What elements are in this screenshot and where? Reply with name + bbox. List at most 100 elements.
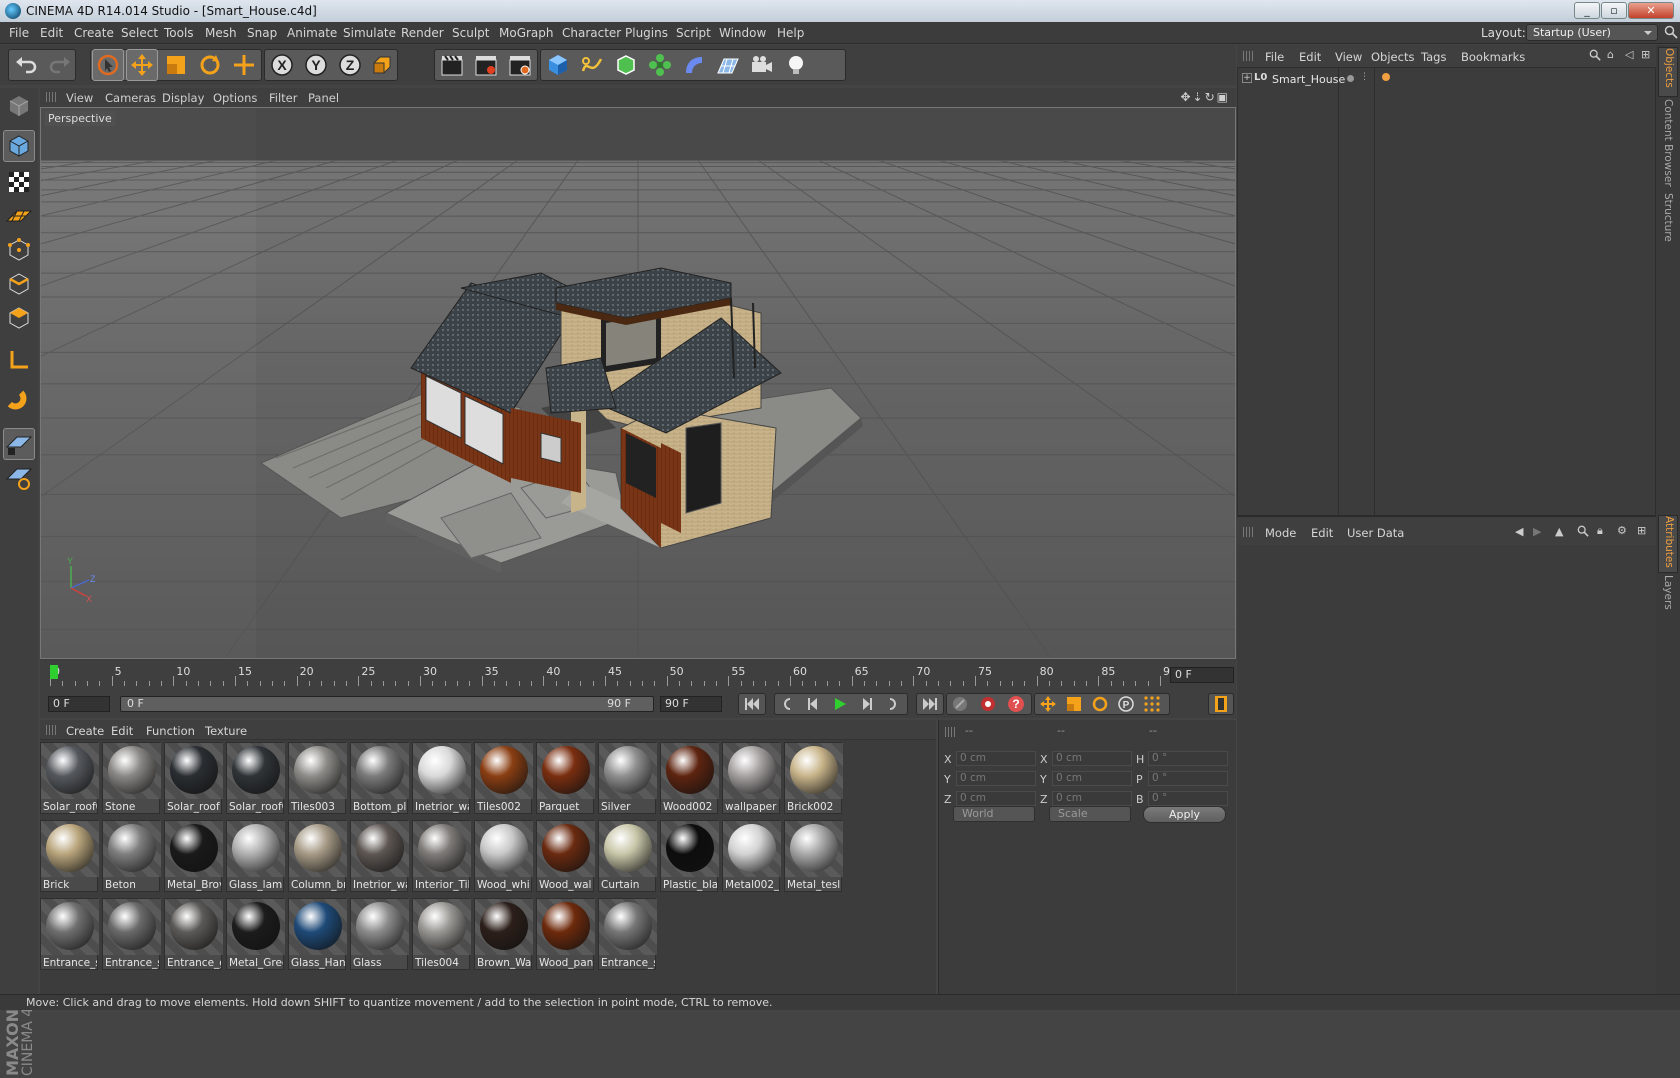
maximize-button[interactable]: ▫ [1601, 2, 1627, 19]
size-mode-select[interactable]: Scale [1049, 806, 1131, 822]
menu-simulate[interactable]: Simulate [343, 26, 396, 40]
menu-snap[interactable]: Snap [247, 26, 277, 40]
menu-script[interactable]: Script [676, 26, 711, 40]
material-thumbnail[interactable]: Interior_Til [412, 820, 471, 892]
snap-magnet-icon[interactable] [3, 386, 35, 418]
panel-grip-icon[interactable] [1243, 527, 1253, 537]
x-axis-lock-icon[interactable]: X [266, 49, 298, 81]
go-to-end-button[interactable] [916, 693, 944, 715]
redo-icon[interactable] [44, 49, 76, 81]
object-name[interactable]: Smart_House [1272, 73, 1345, 86]
timeline-ticks[interactable]: 051015202530354045505560657075808590 [50, 662, 1177, 686]
expand-panel-icon[interactable]: ⊞ [1641, 48, 1650, 61]
scale-tool-icon[interactable] [160, 49, 192, 81]
points-mode-icon[interactable] [3, 234, 35, 266]
preview-range-slider[interactable]: 0 F 90 F [120, 696, 654, 712]
material-thumbnail[interactable]: Bottom_pla [350, 742, 409, 814]
menu-edit[interactable]: Edit [40, 26, 63, 40]
material-menu-edit[interactable]: Edit [111, 724, 133, 738]
material-thumbnail[interactable]: Glass_Hand [288, 898, 347, 970]
layout-select[interactable]: Startup (User) [1526, 24, 1658, 41]
menu-select[interactable]: Select [121, 26, 158, 40]
panel-grip-icon[interactable] [46, 92, 56, 102]
model-mode-icon[interactable] [3, 130, 35, 162]
material-thumbnail[interactable]: Plastic_blac [660, 820, 719, 892]
material-thumbnail[interactable]: Inetrior_wa [412, 742, 471, 814]
home-icon[interactable]: ⌂ [1607, 48, 1614, 61]
apply-button[interactable]: Apply [1143, 806, 1226, 823]
menu-mesh[interactable]: Mesh [205, 26, 237, 40]
menu-animate[interactable]: Animate [287, 26, 337, 40]
material-thumbnail[interactable]: Solar_roof [164, 742, 223, 814]
panel-grip-icon[interactable] [945, 727, 955, 737]
material-thumbnail[interactable]: Tiles003 [288, 742, 347, 814]
material-thumbnail[interactable]: Entrance_s [40, 898, 99, 970]
viewport-menu-cameras[interactable]: Cameras [105, 91, 156, 105]
subdivision-surface-icon[interactable] [610, 49, 642, 81]
render-visibility-icon[interactable]: ⋮ [1360, 72, 1369, 82]
rot-b-field[interactable]: 0 ° [1148, 791, 1228, 806]
material-thumbnail[interactable]: Solar_roof0 [40, 742, 99, 814]
go-to-start-button[interactable] [738, 693, 766, 715]
objects-menu-file[interactable]: File [1265, 50, 1284, 64]
size-x-field[interactable]: 0 cm [1052, 751, 1132, 766]
axis-mode-icon[interactable] [3, 344, 35, 376]
rot-p-field[interactable]: 0 ° [1148, 771, 1228, 786]
attributes-menu-edit[interactable]: Edit [1311, 526, 1333, 540]
pos-z-field[interactable]: 0 cm [956, 791, 1036, 806]
position-key-icon[interactable] [1036, 693, 1060, 715]
objects-menu-edit[interactable]: Edit [1299, 50, 1321, 64]
panel-grip-icon[interactable] [1243, 51, 1253, 61]
pos-x-field[interactable]: 0 cm [956, 751, 1036, 766]
edges-mode-icon[interactable] [3, 268, 35, 300]
tab-attributes[interactable]: Attributes [1658, 515, 1678, 573]
material-thumbnail[interactable]: Parquet [536, 742, 595, 814]
render-view-icon[interactable] [436, 49, 468, 81]
new-attribute-manager-icon[interactable]: ⚙︎ [1617, 524, 1627, 537]
material-thumbnail[interactable]: Brick002 [784, 742, 843, 814]
material-thumbnail[interactable]: Column_bri [288, 820, 347, 892]
3d-scene[interactable]: Y Z X Perspective [40, 107, 1236, 659]
autokey-icon[interactable] [976, 693, 1000, 715]
material-menu-create[interactable]: Create [66, 724, 104, 738]
floor-environment-icon[interactable] [712, 49, 744, 81]
material-thumbnail[interactable]: Entrance_g [164, 898, 223, 970]
current-frame-field[interactable]: 0 F [1170, 667, 1234, 683]
move-tool-icon[interactable] [126, 49, 158, 81]
viewport-menu-options[interactable]: Options [213, 91, 257, 105]
material-thumbnail[interactable]: Wood_pan [536, 898, 595, 970]
next-key-button[interactable] [880, 693, 904, 715]
material-thumbnail[interactable]: Brick [40, 820, 99, 892]
material-thumbnail[interactable]: Brown_Wa [474, 898, 533, 970]
back-arrow-icon[interactable]: ◀ [1515, 525, 1523, 538]
live-selection-icon[interactable] [92, 49, 124, 81]
object-list[interactable]: + L0 Smart_House ⋮ [1237, 67, 1656, 558]
lock-icon[interactable]: 🔒︎ [1597, 524, 1603, 538]
material-thumbnail[interactable]: Wood_wal [536, 820, 595, 892]
close-button[interactable]: ✕ [1628, 2, 1674, 19]
material-thumbnail[interactable]: Entrance_s [102, 898, 161, 970]
forward-arrow-icon[interactable]: ▶ [1533, 525, 1541, 538]
timeline-ruler[interactable]: 051015202530354045505560657075808590 0 F [40, 660, 1236, 690]
pos-y-field[interactable]: 0 cm [956, 771, 1036, 786]
workplane-mode-icon[interactable] [3, 200, 35, 232]
spline-pen-icon[interactable] [576, 49, 608, 81]
viewport-menu-view[interactable]: View [66, 91, 93, 105]
undo-icon[interactable] [10, 49, 42, 81]
material-thumbnail[interactable]: Metal_Brov [164, 820, 223, 892]
menu-render[interactable]: Render [401, 26, 444, 40]
material-thumbnail[interactable]: Stone [102, 742, 161, 814]
search-icon[interactable] [1577, 525, 1589, 540]
material-thumbnail[interactable]: Wood_whi [474, 820, 533, 892]
tab-layers[interactable]: Layers [1658, 575, 1678, 617]
search-icon[interactable] [1589, 49, 1601, 64]
expand-panel-icon[interactable]: ⊞ [1637, 524, 1646, 537]
attributes-menu-mode[interactable]: Mode [1265, 526, 1296, 540]
parameter-key-icon[interactable]: P [1114, 693, 1138, 715]
previous-key-button[interactable] [776, 693, 800, 715]
workplane-lock-icon[interactable] [3, 428, 35, 460]
object-row[interactable]: + L0 Smart_House ⋮ [1240, 72, 1650, 88]
menu-help[interactable]: Help [777, 26, 804, 40]
menu-character[interactable]: Character [562, 26, 621, 40]
expand-toggle-icon[interactable]: + [1242, 73, 1252, 83]
